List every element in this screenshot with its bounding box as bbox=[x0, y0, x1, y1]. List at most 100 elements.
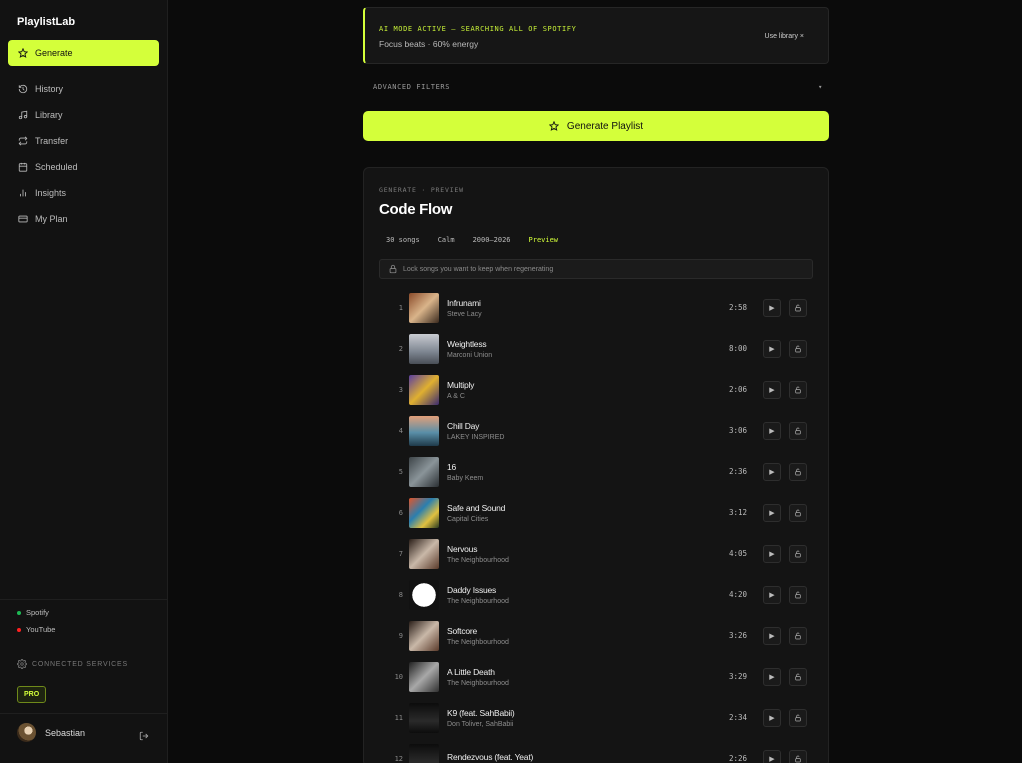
track-duration: 4:20 bbox=[728, 590, 747, 599]
unlock-icon bbox=[795, 632, 801, 639]
track-number: 5 bbox=[398, 467, 403, 476]
star-icon bbox=[18, 48, 28, 58]
sidebar-item-generate[interactable]: Generate bbox=[8, 40, 159, 66]
play-button[interactable]: ▶ bbox=[763, 708, 781, 727]
star-icon bbox=[548, 121, 559, 131]
status-dot-icon bbox=[17, 627, 21, 632]
track-meta: Softcore The Neighbourhood bbox=[447, 626, 729, 646]
album-art bbox=[409, 333, 439, 364]
lock-track-button[interactable] bbox=[789, 585, 807, 604]
sidebar-item-scheduled[interactable]: Scheduled bbox=[0, 154, 167, 180]
generate-playlist-button[interactable]: Generate Playlist bbox=[363, 111, 829, 141]
lock-track-button[interactable] bbox=[789, 708, 807, 727]
service-spotify[interactable]: Spotify bbox=[17, 608, 49, 617]
track-duration: 3:29 bbox=[728, 672, 747, 681]
user-profile[interactable]: Sebastian bbox=[17, 723, 85, 742]
use-library-button[interactable]: Use library × bbox=[765, 33, 804, 40]
brand-logo[interactable]: PlaylistLab bbox=[0, 0, 167, 40]
chip-year-range: 2000–2026 bbox=[472, 235, 511, 244]
album-art bbox=[409, 620, 439, 651]
track-number: 8 bbox=[398, 590, 403, 599]
track-artist: A & C bbox=[447, 392, 465, 400]
lock-track-button[interactable] bbox=[789, 544, 807, 563]
track-row[interactable]: 12 Rendezvous (feat. Yeat) 2:26 ▶ bbox=[379, 738, 813, 763]
play-button[interactable]: ▶ bbox=[763, 421, 781, 440]
track-meta: Daddy Issues The Neighbourhood bbox=[447, 585, 729, 605]
track-artist: Capital Cities bbox=[447, 515, 489, 523]
track-row[interactable]: 2 Weightless Marconi Union 8:00 ▶ bbox=[379, 328, 813, 369]
track-meta: A Little Death The Neighbourhood bbox=[447, 667, 729, 687]
service-youtube[interactable]: YouTube bbox=[17, 625, 55, 634]
connected-services-link[interactable]: CONNECTED SERVICES bbox=[17, 659, 128, 669]
service-label: Spotify bbox=[26, 608, 49, 617]
transfer-icon bbox=[18, 136, 28, 146]
unlock-icon bbox=[795, 673, 801, 680]
track-meta: Weightless Marconi Union bbox=[447, 339, 729, 359]
lock-track-button[interactable] bbox=[789, 421, 807, 440]
chip-song-count: 30 songs bbox=[386, 235, 420, 244]
sidebar-item-library[interactable]: Library bbox=[0, 102, 167, 128]
card-eyebrow: GENERATE · PREVIEW bbox=[379, 186, 464, 194]
track-row[interactable]: 8 Daddy Issues The Neighbourhood 4:20 ▶ bbox=[379, 574, 813, 615]
track-row[interactable]: 6 Safe and Sound Capital Cities 3:12 ▶ bbox=[379, 492, 813, 533]
bar-chart-icon bbox=[18, 188, 28, 198]
playlist-preview-card: GENERATE · PREVIEW Code Flow 30 songs Ca… bbox=[363, 167, 829, 763]
play-button[interactable]: ▶ bbox=[763, 339, 781, 358]
play-button[interactable]: ▶ bbox=[763, 298, 781, 317]
sidebar-item-transfer[interactable]: Transfer bbox=[0, 128, 167, 154]
track-row[interactable]: 3 Multiply A & C 2:06 ▶ bbox=[379, 369, 813, 410]
track-row[interactable]: 11 K9 (feat. SahBabii) Don Toliver, SahBab… bbox=[379, 697, 813, 738]
track-duration: 2:36 bbox=[728, 467, 747, 476]
play-button[interactable]: ▶ bbox=[763, 544, 781, 563]
logout-icon[interactable] bbox=[139, 728, 149, 741]
track-number: 3 bbox=[398, 385, 403, 394]
lock-track-button[interactable] bbox=[789, 626, 807, 645]
track-artist: Steve Lacy bbox=[447, 310, 482, 318]
sidebar-item-my-plan[interactable]: My Plan bbox=[0, 206, 167, 232]
play-button[interactable]: ▶ bbox=[763, 462, 781, 481]
sidebar-divider bbox=[0, 599, 167, 600]
lock-track-button[interactable] bbox=[789, 298, 807, 317]
calendar-icon bbox=[18, 162, 28, 172]
gear-icon bbox=[17, 659, 27, 669]
track-row[interactable]: 5 16 Baby Keem 2:36 ▶ bbox=[379, 451, 813, 492]
unlock-icon bbox=[795, 304, 801, 311]
lock-track-button[interactable] bbox=[789, 667, 807, 686]
track-meta: 16 Baby Keem bbox=[447, 462, 729, 482]
chevron-down-icon: ▾ bbox=[818, 83, 823, 91]
play-button[interactable]: ▶ bbox=[763, 749, 781, 763]
sidebar-item-history[interactable]: History bbox=[0, 76, 167, 102]
track-meta: Nervous The Neighbourhood bbox=[447, 544, 729, 564]
lock-track-button[interactable] bbox=[789, 380, 807, 399]
track-row[interactable]: 4 Chill Day LAKEY INSPIRED 3:06 ▶ bbox=[379, 410, 813, 451]
play-button[interactable]: ▶ bbox=[763, 380, 781, 399]
lock-track-button[interactable] bbox=[789, 503, 807, 522]
track-row[interactable]: 10 A Little Death The Neighbourhood 3:29 ▶ bbox=[379, 656, 813, 697]
track-row[interactable]: 9 Softcore The Neighbourhood 3:26 ▶ bbox=[379, 615, 813, 656]
plan-badge: PRO bbox=[17, 686, 47, 703]
sidebar-item-label: My Plan bbox=[35, 214, 68, 224]
lock-track-button[interactable] bbox=[789, 339, 807, 358]
lock-track-button[interactable] bbox=[789, 749, 807, 763]
track-number: 12 bbox=[394, 754, 403, 763]
unlock-icon bbox=[795, 427, 801, 434]
play-button[interactable]: ▶ bbox=[763, 626, 781, 645]
track-meta: Safe and Sound Capital Cities bbox=[447, 503, 729, 523]
track-artist: Don Toliver, SahBabii bbox=[447, 720, 514, 728]
album-art bbox=[409, 702, 439, 733]
track-row[interactable]: 7 Nervous The Neighbourhood 4:05 ▶ bbox=[379, 533, 813, 574]
sidebar-item-insights[interactable]: Insights bbox=[0, 180, 167, 206]
play-button[interactable]: ▶ bbox=[763, 667, 781, 686]
play-button[interactable]: ▶ bbox=[763, 585, 781, 604]
sidebar-item-label: Scheduled bbox=[35, 162, 78, 172]
play-button[interactable]: ▶ bbox=[763, 503, 781, 522]
album-art bbox=[409, 415, 439, 446]
track-row[interactable]: 1 Infrunami Steve Lacy 2:58 ▶ bbox=[379, 287, 813, 328]
track-duration: 2:26 bbox=[728, 754, 747, 763]
advanced-filters-toggle[interactable]: ADVANCED FILTERS ▾ bbox=[373, 83, 823, 91]
track-artist: The Neighbourhood bbox=[447, 556, 509, 564]
music-note-icon bbox=[18, 110, 28, 120]
service-label: YouTube bbox=[26, 625, 56, 634]
lock-track-button[interactable] bbox=[789, 462, 807, 481]
play-icon: ▶ bbox=[769, 386, 775, 394]
